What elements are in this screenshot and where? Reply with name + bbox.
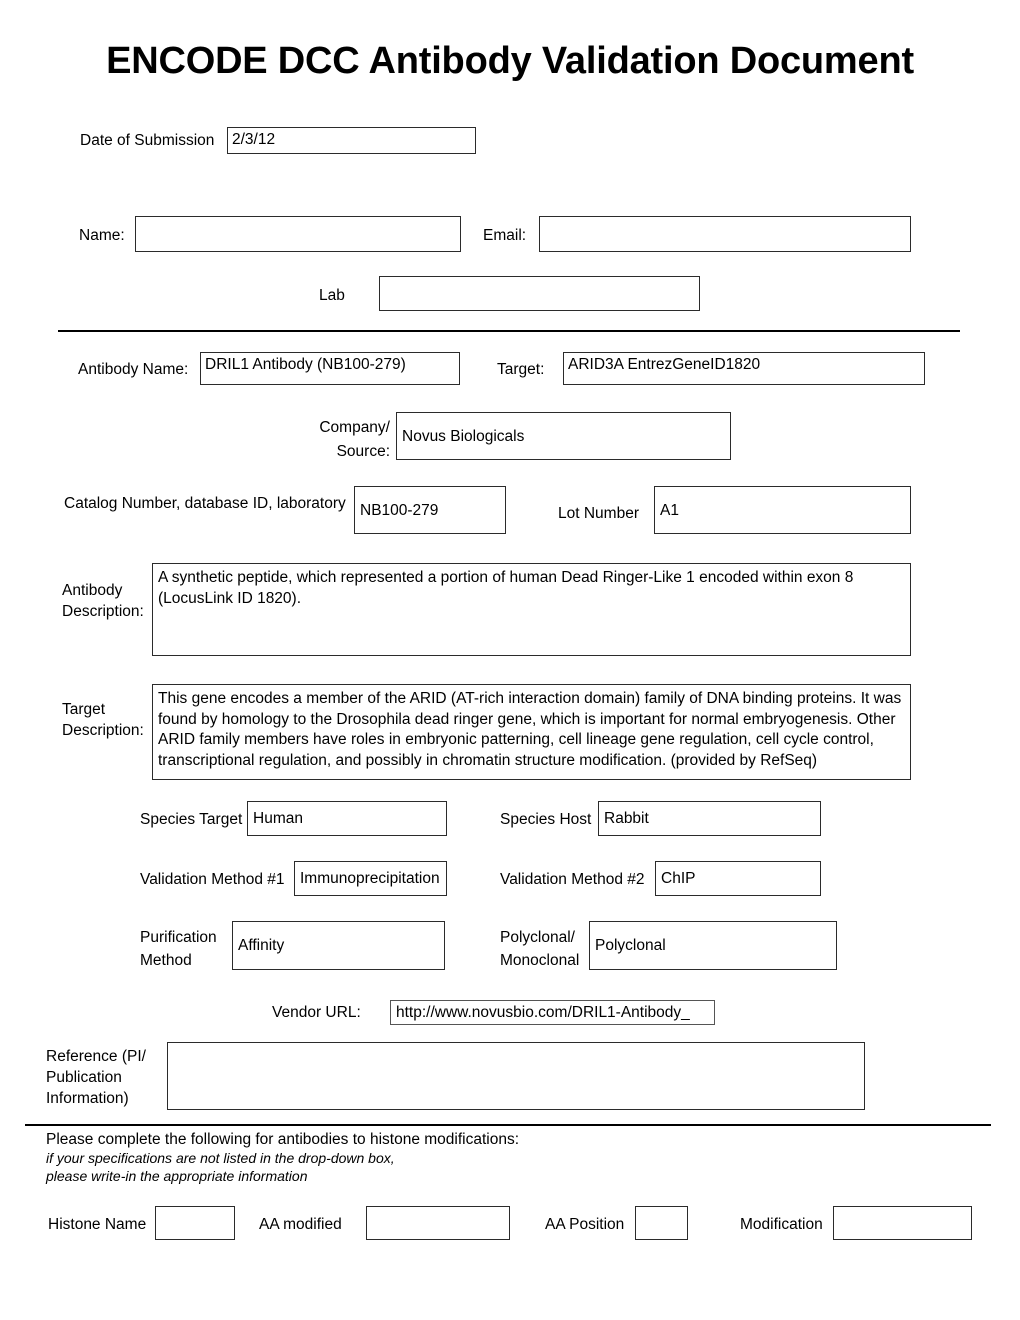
company-source-label-line2: Source: [336, 443, 390, 460]
histone-instruction: Please complete the following for antibo… [46, 1131, 520, 1148]
species-host-label: Species Host [500, 811, 592, 828]
antibody-description-value: A synthetic peptide, which represented a… [158, 569, 854, 607]
target-description-textarea[interactable]: This gene encodes a member of the ARID (… [152, 684, 911, 780]
date-of-submission-value: 2/3/12 [232, 131, 276, 148]
validation-method-2-label: Validation Method #2 [500, 871, 645, 888]
purification-method-value: Affinity [238, 937, 285, 954]
date-of-submission-input[interactable]: 2/3/12 [227, 127, 476, 154]
page-title: ENCODE DCC Antibody Validation Document [106, 40, 914, 82]
target-input[interactable]: ARID3A EntrezGeneID1820 [563, 352, 925, 385]
email-input[interactable] [539, 216, 911, 252]
email-value [540, 217, 910, 219]
histone-name-label: Histone Name [48, 1216, 147, 1233]
antibody-description-label-line2: Description: [62, 603, 144, 620]
species-target-input[interactable]: Human [247, 801, 447, 836]
reference-label-line2: Publication [46, 1069, 122, 1086]
antibody-name-label: Antibody Name: [78, 361, 189, 378]
reference-label: Reference (PI/ Publication Information) [46, 1046, 171, 1109]
reference-label-line1: Reference (PI/ [46, 1048, 146, 1065]
aa-modified-input[interactable] [366, 1206, 510, 1240]
catalog-number-value: NB100-279 [360, 501, 439, 519]
modification-label: Modification [740, 1216, 823, 1233]
lot-number-label: Lot Number [558, 505, 639, 522]
antibody-name-input[interactable]: DRIL1 Antibody (NB100-279) [200, 352, 460, 385]
purification-method-label-line2: Method [140, 952, 192, 969]
validation-method-2-value: ChIP [661, 870, 696, 887]
name-input[interactable] [135, 216, 461, 252]
aa-position-input[interactable] [635, 1206, 688, 1240]
reference-textarea[interactable] [167, 1042, 865, 1110]
lot-number-value: A1 [660, 501, 679, 519]
species-target-label: Species Target [140, 811, 243, 828]
purification-method-label: Purification Method [140, 926, 240, 972]
lab-value [380, 277, 699, 279]
antibody-description-label-line1: Antibody [62, 582, 123, 599]
catalog-number-label: Catalog Number, database ID, laboratory [64, 495, 346, 512]
aa-modified-label: AA modified [259, 1216, 342, 1233]
antibody-name-value: DRIL1 Antibody (NB100-279) [205, 356, 406, 373]
vendor-url-input[interactable]: http://www.novusbio.com/DRIL1-Antibody_ [390, 1000, 715, 1025]
validation-method-2-input[interactable]: ChIP [655, 861, 821, 896]
name-label: Name: [79, 227, 125, 244]
aa-position-label: AA Position [545, 1216, 625, 1233]
antibody-description-textarea[interactable]: A synthetic peptide, which represented a… [152, 563, 911, 656]
catalog-number-input[interactable]: NB100-279 [354, 486, 506, 534]
validation-method-1-label: Validation Method #1 [140, 871, 285, 888]
lab-label: Lab [319, 287, 345, 304]
validation-method-1-input[interactable]: Immunoprecipitation [294, 861, 447, 896]
target-description-label-line2: Description: [62, 722, 144, 739]
vendor-url-value: http://www.novusbio.com/DRIL1-Antibody_ [396, 1004, 690, 1021]
company-source-label: Company/ Source: [230, 416, 390, 464]
vendor-url-label: Vendor URL: [272, 1004, 361, 1021]
antibody-description-label: Antibody Description: [62, 580, 152, 622]
target-description-value: This gene encodes a member of the ARID (… [158, 690, 902, 769]
section-divider-top [58, 330, 960, 333]
modification-input[interactable] [833, 1206, 972, 1240]
clonality-input[interactable]: Polyclonal [589, 921, 837, 970]
email-label: Email: [483, 227, 527, 244]
target-label: Target: [497, 361, 545, 378]
histone-note-line1: if your specifications are not listed in… [46, 1150, 395, 1166]
target-description-label: Target Description: [62, 699, 154, 741]
lot-number-input[interactable]: A1 [654, 486, 911, 534]
histone-name-input[interactable] [155, 1206, 235, 1240]
name-value [136, 217, 460, 219]
purification-method-label-line1: Purification [140, 929, 217, 946]
section-divider-bottom [25, 1124, 991, 1127]
company-source-label-line1: Company/ [319, 419, 390, 436]
company-source-value: Novus Biologicals [402, 427, 525, 445]
clonality-value: Polyclonal [595, 937, 666, 954]
antibody-validation-document-page: ENCODE DCC Antibody Validation Document … [0, 0, 1020, 1320]
reference-value [168, 1043, 864, 1047]
target-value: ARID3A EntrezGeneID1820 [568, 356, 761, 373]
species-host-input[interactable]: Rabbit [598, 801, 821, 836]
date-of-submission-label: Date of Submission [80, 132, 215, 149]
purification-method-input[interactable]: Affinity [232, 921, 445, 970]
lab-input[interactable] [379, 276, 700, 311]
species-target-value: Human [253, 810, 303, 827]
validation-method-1-value: Immunoprecipitation [300, 870, 440, 887]
reference-label-line3: Information) [46, 1090, 129, 1107]
target-description-label-line1: Target [62, 701, 106, 718]
species-host-value: Rabbit [604, 810, 649, 827]
histone-note-line2: please write-in the appropriate informat… [46, 1168, 308, 1184]
company-source-input[interactable]: Novus Biologicals [396, 412, 731, 460]
